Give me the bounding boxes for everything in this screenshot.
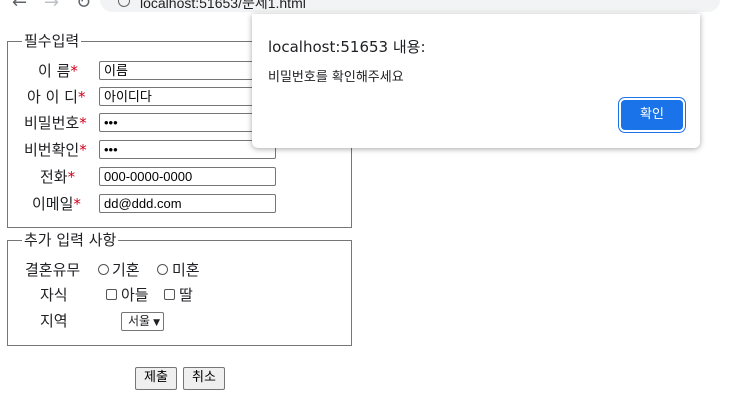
children-label: 자식 (40, 286, 68, 304)
browser-toolbar: ← → ↻ localhost:51653/문제1.html (0, 0, 739, 14)
daughter-checkbox[interactable] (164, 289, 175, 300)
forward-arrow-icon[interactable]: → (44, 0, 59, 12)
name-input[interactable]: 이름 (99, 61, 276, 80)
region-select[interactable]: 서울 ▼ (121, 312, 165, 331)
password-input[interactable]: ••• (99, 113, 276, 132)
address-text: localhost:51653/문제1.html (140, 0, 306, 11)
extra-legend: 추가 입력 사항 (22, 231, 119, 249)
email-label: 이메일* (32, 195, 81, 213)
single-radio[interactable] (157, 264, 168, 275)
son-checkbox[interactable] (106, 289, 117, 300)
id-label: 아 이 디* (27, 88, 86, 106)
chevron-down-icon: ▼ (153, 318, 161, 328)
required-legend: 필수입력 (22, 32, 82, 50)
back-arrow-icon[interactable]: ← (12, 0, 27, 12)
password-confirm-label: 비번확인* (24, 141, 87, 159)
dialog-title: localhost:51653 내용: (268, 38, 426, 56)
id-input[interactable]: 아이디다 (99, 87, 276, 106)
cancel-button[interactable]: 취소 (183, 367, 225, 390)
phone-input[interactable]: 000-0000-0000 (99, 167, 276, 186)
password-confirm-input[interactable]: ••• (99, 140, 276, 159)
reload-icon[interactable]: ↻ (76, 0, 91, 12)
daughter-label: 딸 (179, 286, 193, 304)
son-label: 아들 (121, 286, 149, 304)
married-label: 기혼 (112, 261, 140, 279)
alert-dialog: localhost:51653 내용: 비밀번호를 확인해주세요 확인 (252, 14, 700, 148)
dialog-ok-button[interactable]: 확인 (621, 100, 683, 130)
submit-button[interactable]: 제출 (135, 367, 177, 390)
email-input[interactable]: dd@ddd.com (99, 194, 276, 213)
password-label: 비밀번호* (24, 114, 87, 132)
marital-label: 결혼유무 (25, 261, 81, 279)
phone-label: 전화* (40, 168, 76, 186)
dialog-message: 비밀번호를 확인해주세요 (268, 70, 404, 85)
region-label: 지역 (40, 312, 68, 330)
married-radio[interactable] (98, 264, 109, 275)
name-label: 이 름* (38, 62, 78, 80)
single-label: 미혼 (172, 261, 200, 279)
